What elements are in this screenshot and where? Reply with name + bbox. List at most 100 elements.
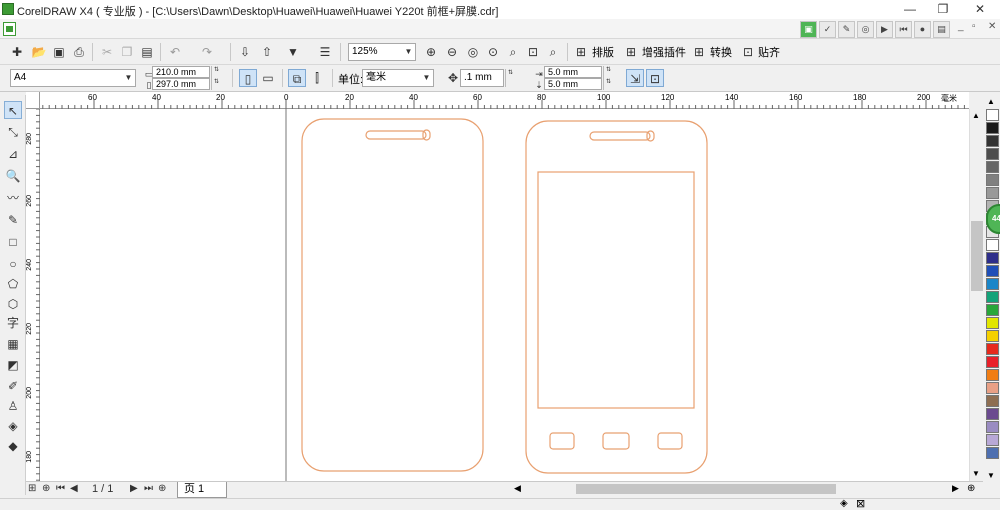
page-width-input[interactable]: 210.0 mm [152,66,210,78]
horizontal-ruler[interactable]: 60 40 20 0 20 40 60 80 100 120 140 160 1… [26,92,969,109]
zoom-in-icon[interactable]: ⊕ [422,43,440,61]
align-button[interactable]: 贴齐 [758,44,780,60]
palette-swatch[interactable] [986,239,999,251]
vertical-ruler[interactable]: 280 260 240 220 200 180 [26,109,40,481]
nudge-input[interactable]: .1 mm [460,69,504,87]
zoom-page-icon[interactable]: ⌕ [504,43,522,61]
palette-swatch[interactable] [986,369,999,381]
duplicate-y-spinner[interactable]: ⇅ [603,78,613,90]
interactive-fill-tool-icon[interactable]: ◆ [4,437,22,455]
drawing-canvas[interactable] [40,109,969,481]
zoom-tool-icon[interactable]: 🔍 [4,167,22,185]
horizontal-scrollbar[interactable]: ◀ ▶ [512,483,962,495]
palette-swatch[interactable] [986,161,999,173]
zoom-all-icon[interactable]: ⊙ [484,43,502,61]
palette-scroll-up-icon[interactable]: ▲ [987,97,995,106]
world-icon[interactable]: ◎ [857,21,874,38]
screen-protector-speaker-slot[interactable] [589,131,651,141]
palette-swatch[interactable] [986,421,999,433]
treat-as-filled-icon[interactable]: ⇲ [626,69,644,87]
stop-icon[interactable]: ● [914,21,931,38]
palette-swatch[interactable] [986,122,999,134]
mdi-restore-icon[interactable]: ▫ [972,21,976,32]
document-icon[interactable] [3,22,16,36]
ellipse-tool-icon[interactable]: ○ [4,255,22,273]
polygon-tool-icon[interactable]: ⬠ [4,275,22,293]
checkmark-icon[interactable]: ✓ [819,21,836,38]
basic-shapes-tool-icon[interactable]: ⬡ [4,295,22,313]
table-tool-icon[interactable]: ▦ [4,335,22,353]
minimize-button[interactable]: — [895,0,925,19]
undo-icon[interactable]: ↶ [166,43,184,61]
current-page-icon[interactable]: ⫿ [308,69,326,87]
plugin-button[interactable]: 增强插件 [642,44,686,60]
fill-tool-icon[interactable]: ◈ [4,417,22,435]
draw-with-icon[interactable]: ⊡ [646,69,664,87]
paste-icon[interactable]: ▤ [138,43,156,61]
home-key-cutout[interactable] [602,432,630,450]
palette-swatch[interactable] [986,330,999,342]
ruler-corner[interactable] [26,92,40,109]
scroll-up-icon[interactable]: ▲ [972,111,980,120]
first-page-icon[interactable]: ⏮ [56,483,65,494]
horizontal-scroll-thumb[interactable] [576,484,836,494]
palette-swatch[interactable] [986,252,999,264]
step-back-icon[interactable]: ⏮ [895,21,912,38]
eyedropper-tool-icon[interactable]: ✐ [4,377,22,395]
text-tool-icon[interactable]: 字 [4,314,22,332]
fit-view-icon[interactable]: ⊞ [28,483,36,494]
refresh-icon[interactable]: ▣ [800,21,817,38]
plugin-icon[interactable]: ✎ [838,21,855,38]
palette-swatch[interactable] [986,447,999,459]
smart-fill-tool-icon[interactable]: ✎ [4,211,22,229]
layout-button[interactable]: 排版 [592,44,614,60]
back-key-cutout[interactable] [549,432,575,450]
redo-icon[interactable]: ↷ [198,43,216,61]
freehand-tool-icon[interactable]: 〰 [4,189,22,207]
play-icon[interactable]: ▶ [876,21,893,38]
cut-icon[interactable]: ✂ [98,43,116,61]
next-page-icon[interactable]: ▶ [130,483,138,494]
palette-swatch[interactable] [986,291,999,303]
close-button[interactable]: ✕ [965,0,995,19]
duplicate-x-spinner[interactable]: ⇅ [603,66,613,78]
save-icon[interactable]: ▣ [50,43,68,61]
zoom-selected-icon[interactable]: ◎ [464,43,482,61]
landscape-icon[interactable]: ▭ [259,69,277,87]
palette-swatch[interactable] [986,109,999,121]
palette-swatch[interactable] [986,343,999,355]
palette-swatch[interactable] [986,278,999,290]
print-icon[interactable]: ⎙ [70,43,88,61]
app-launcher-icon[interactable]: ☰ [316,43,334,61]
zoom-height-icon[interactable]: ⌕ [544,43,562,61]
palette-swatch[interactable] [986,174,999,186]
import-icon[interactable]: ⇩ [236,43,254,61]
add-page-after-icon[interactable]: ⊕ [158,483,166,494]
navigator-zoom-icon[interactable]: ⊕ [967,483,975,494]
nudge-spinner[interactable]: ⇅ [505,69,515,87]
zoom-out-icon[interactable]: ⊖ [443,43,461,61]
new-document-icon[interactable]: ✚ [8,43,26,61]
portrait-icon[interactable]: ▯ [239,69,257,87]
window-list-icon[interactable]: ▤ [933,21,950,38]
zoom-combo[interactable]: 125% ▼ [348,43,416,61]
units-combo[interactable]: 毫米 ▼ [362,69,434,87]
menu-key-cutout[interactable] [657,432,683,450]
vertical-scrollbar[interactable]: ▲ ▼ [969,109,983,481]
palette-swatch[interactable] [986,148,999,160]
restore-button[interactable]: ❐ [928,0,958,19]
convert-button[interactable]: 转换 [710,44,732,60]
palette-swatch[interactable] [986,408,999,420]
prev-page-icon[interactable]: ◀ [70,483,78,494]
shape-tool-icon[interactable]: ⤡ [4,123,22,141]
copy-icon[interactable]: ❐ [118,43,136,61]
palette-swatch[interactable] [986,304,999,316]
palette-swatch[interactable] [986,265,999,277]
vertical-scroll-thumb[interactable] [971,221,983,291]
page-height-spinner[interactable]: ⇅ [211,78,221,90]
publish-pdf-icon[interactable]: ▼ [284,43,302,61]
export-icon[interactable]: ⇧ [258,43,276,61]
palette-swatch[interactable] [986,382,999,394]
scroll-left-icon[interactable]: ◀ [514,483,521,494]
interactive-blend-tool-icon[interactable]: ◩ [4,356,22,374]
